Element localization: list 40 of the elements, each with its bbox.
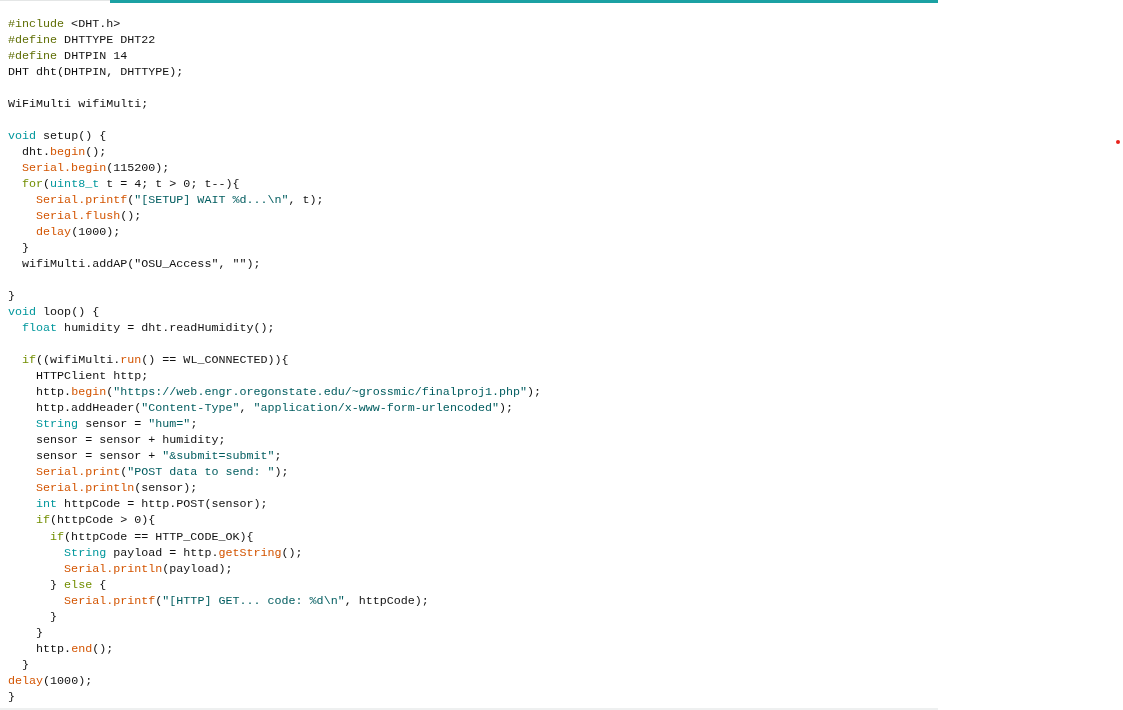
marker-dot [1116, 140, 1120, 144]
code-line: http.addHeader("Content-Type", "application/x-www-form-urlencoded"); [35, 400, 513, 417]
code-line: } [8, 688, 15, 705]
code-line: Serial.println(payload); [63, 560, 233, 577]
code-line: } [8, 288, 15, 305]
code-line: WiFiMulti wifiMulti; [8, 96, 149, 113]
code-line: sensor = sensor + humidity; [35, 432, 226, 449]
code-line: void loop() { [8, 304, 100, 321]
code-line: int httpCode = http.POST(sensor); [35, 496, 268, 513]
code-line: Serial.print("POST data to send: "); [35, 464, 289, 481]
code-line: dht.begin(); [21, 144, 107, 161]
code-line: if(httpCode > 0){ [35, 512, 156, 529]
code-line: delay(1000); [8, 672, 93, 689]
code-line: delay(1000); [35, 224, 121, 241]
code-line: } [49, 608, 58, 625]
code-line: Serial.flush(); [35, 208, 142, 225]
code-line: if((wifiMulti.run() == WL_CONNECTED)){ [21, 352, 289, 369]
code-line: http.begin("https://web.engr.oregonstate.edu/~grossmic/finalproj1.php"); [35, 384, 542, 401]
code-line: void setup() { [8, 128, 107, 145]
code-line: for(uint8_t t = 4; t > 0; t--){ [21, 176, 240, 193]
code-line: DHT dht(DHTPIN, DHTTYPE); [8, 64, 184, 81]
code-line: float humidity = dht.readHumidity(); [21, 320, 275, 337]
code-line: http.end(); [35, 640, 114, 657]
code-line: Serial.printf("[SETUP] WAIT %d...\n", t); [35, 192, 324, 209]
code-line: if(httpCode == HTTP_CODE_OK){ [49, 528, 254, 545]
code-line: wifiMulti.addAP("OSU_Access", ""); [21, 256, 261, 273]
code-line: #define DHTPIN 14 [8, 48, 128, 65]
code-line: Serial.begin(115200); [21, 160, 170, 177]
code-line: sensor = sensor + "&submit=submit"; [35, 448, 282, 465]
code-line: } [21, 656, 30, 673]
code-line: } [21, 240, 30, 257]
code-line: Serial.println(sensor); [35, 480, 198, 497]
code-line: String sensor = "hum="; [35, 416, 198, 433]
code-line: #include <DHT.h> [8, 16, 121, 32]
code-line: #define DHTTYPE DHT22 [8, 32, 156, 49]
code-line: String payload = http.getString(); [63, 544, 303, 561]
code-line: } [35, 624, 44, 641]
code-line: HTTPClient http; [35, 368, 149, 385]
code-line: } else { [49, 576, 107, 593]
code-line: Serial.printf("[HTTP] GET... code: %d\n", httpCode); [63, 592, 429, 609]
